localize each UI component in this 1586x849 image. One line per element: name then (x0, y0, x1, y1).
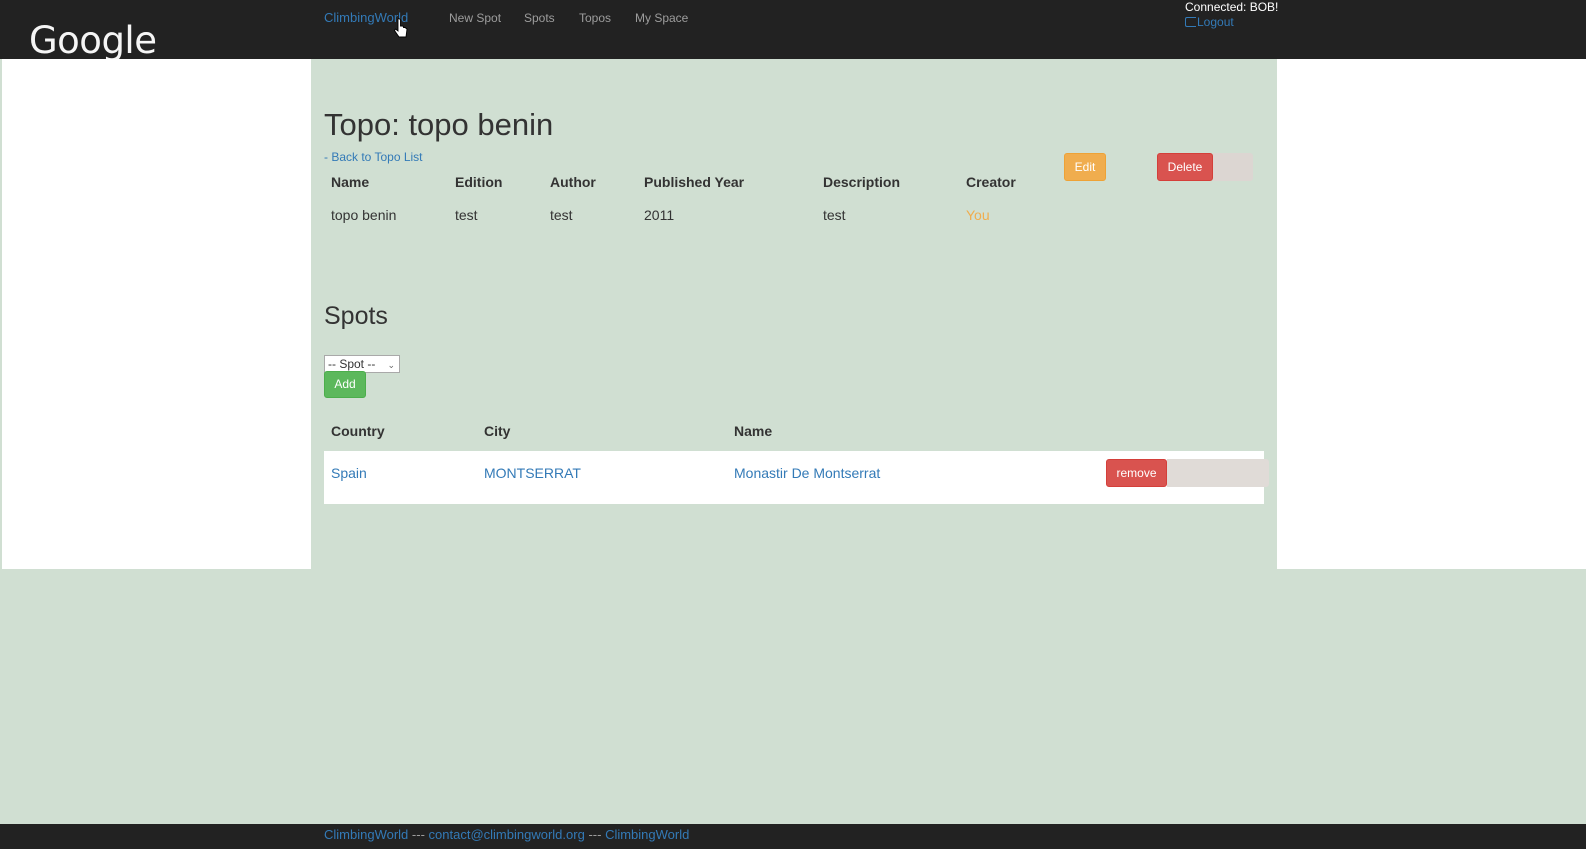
footer-brand-link-2[interactable]: ClimbingWorld (605, 827, 689, 842)
topo-name-cell: topo benin (331, 207, 397, 223)
back-to-topo-list-link[interactable]: - Back to Topo List (324, 150, 423, 164)
nav-link-topos[interactable]: Topos (579, 11, 611, 25)
footer-email-link[interactable]: contact@climbingworld.org (429, 827, 585, 842)
connected-user-text: Connected: BOB! (1185, 0, 1279, 14)
spot-name-link[interactable]: Monastir De Montserrat (734, 465, 880, 481)
footer-text: ClimbingWorld --- contact@climbingworld.… (324, 827, 689, 842)
mouse-cursor-icon (394, 18, 408, 38)
footer: ClimbingWorld --- contact@climbingworld.… (0, 824, 1586, 849)
table-header-name: Name (331, 174, 370, 190)
nav-link-new-spot[interactable]: New Spot (449, 11, 501, 25)
remove-spot-button[interactable]: remove (1106, 459, 1167, 487)
topo-description-cell: test (823, 207, 846, 223)
delete-button[interactable]: Delete (1157, 153, 1213, 181)
footer-separator: --- (411, 827, 425, 842)
table-header-city: City (484, 423, 511, 439)
table-header-creator: Creator (966, 174, 1016, 190)
topo-edition-cell: test (455, 207, 478, 223)
topo-year-cell: 2011 (644, 207, 675, 223)
footer-separator: --- (588, 827, 602, 842)
spots-section-title: Spots (324, 302, 388, 330)
remove-button-extension (1167, 459, 1269, 487)
table-header-spot-name: Name (734, 423, 773, 439)
topo-author-cell: test (550, 207, 573, 223)
delete-button-extension (1213, 153, 1253, 181)
logout-icon (1185, 17, 1196, 27)
topo-creator-cell: You (966, 207, 990, 223)
footer-brand-link[interactable]: ClimbingWorld (324, 827, 408, 842)
table-header-published-year: Published Year (644, 174, 745, 190)
logout-label: Logout (1197, 15, 1234, 29)
table-row: Spain MONTSERRAT Monastir De Montserrat … (324, 451, 1269, 504)
main-content: Topo: topo benin - Back to Topo List Nam… (311, 59, 1277, 569)
google-logo: Google (29, 19, 157, 62)
spot-city-link[interactable]: MONTSERRAT (484, 465, 581, 481)
spot-country-link[interactable]: Spain (331, 465, 367, 481)
chevron-down-icon: ⌄ (387, 360, 395, 370)
table-header-edition: Edition (455, 174, 503, 190)
table-header-author: Author (550, 174, 596, 190)
top-navbar: Google ClimbingWorld New Spot Spots Topo… (0, 0, 1586, 62)
nav-link-my-space[interactable]: My Space (635, 11, 688, 25)
spot-select-value: -- Spot -- (328, 357, 376, 371)
edit-button[interactable]: Edit (1064, 153, 1106, 181)
spots-table-header: Country City Name (324, 423, 1264, 443)
nav-link-spots[interactable]: Spots (524, 11, 555, 25)
table-header-description: Description (823, 174, 901, 190)
page-title: Topo: topo benin (324, 107, 554, 142)
table-header-country: Country (331, 423, 385, 439)
logout-link[interactable]: Logout (1185, 15, 1234, 29)
add-spot-button[interactable]: Add (324, 371, 366, 398)
